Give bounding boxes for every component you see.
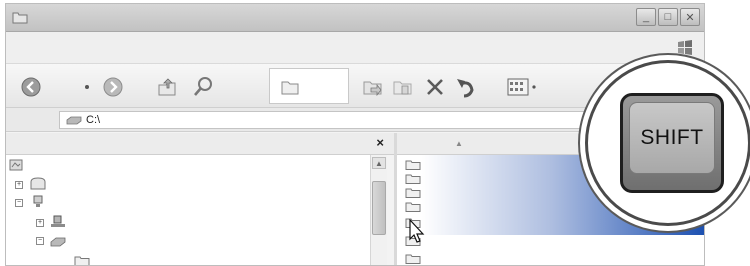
back-icon[interactable]	[20, 76, 42, 98]
shift-key: SHIFT	[620, 93, 724, 193]
folder-icon[interactable]	[405, 173, 421, 184]
address-value: C:\	[86, 114, 101, 126]
up-folder-icon[interactable]	[156, 76, 178, 98]
undo-icon[interactable]	[454, 76, 476, 98]
copy-to-icon[interactable]	[392, 76, 414, 98]
drive-icon	[66, 116, 82, 125]
drive-icon	[50, 237, 66, 247]
forward-icon[interactable]	[102, 76, 124, 98]
close-pane-button[interactable]: ×	[376, 135, 384, 150]
folder-tree[interactable]: + − + −	[6, 155, 378, 265]
network-drive-icon	[51, 215, 65, 227]
collapse-toggle[interactable]: −	[15, 199, 23, 207]
sort-indicator: ▲	[455, 139, 463, 148]
windows-logo-icon	[678, 40, 692, 55]
expand-toggle[interactable]: +	[15, 181, 23, 189]
title-bar[interactable]: _ □ ✕	[6, 4, 704, 32]
magnifier-callout: SHIFT	[585, 60, 750, 226]
maximize-button[interactable]: □	[658, 8, 678, 26]
scroll-thumb[interactable]	[372, 181, 386, 235]
computer-icon	[33, 195, 43, 207]
expand-toggle[interactable]: +	[36, 219, 44, 227]
menu-bar	[6, 32, 704, 64]
folders-button[interactable]	[269, 68, 349, 104]
desktop-icon	[9, 159, 23, 171]
folders-pane-header: ×	[6, 133, 394, 155]
folder-icon[interactable]	[405, 201, 421, 212]
folder-icon	[12, 12, 28, 24]
mouse-cursor-icon	[409, 219, 425, 243]
tree-scrollbar[interactable]: ▲	[370, 155, 387, 265]
folder-icon	[74, 256, 90, 265]
minimize-button[interactable]: _	[636, 8, 656, 26]
shift-key-label: SHIFT	[629, 102, 715, 174]
search-icon[interactable]	[192, 76, 214, 98]
delete-icon[interactable]	[424, 76, 446, 98]
dropdown-icon[interactable]	[82, 76, 92, 98]
move-to-icon[interactable]	[362, 76, 384, 98]
close-button[interactable]: ✕	[680, 8, 700, 26]
views-icon[interactable]	[506, 76, 538, 98]
user-folder-icon	[30, 177, 46, 190]
collapse-toggle[interactable]: −	[36, 237, 44, 245]
folders-icon	[281, 81, 299, 95]
scroll-up-button[interactable]: ▲	[372, 157, 386, 169]
folder-icon[interactable]	[405, 187, 421, 198]
folder-icon[interactable]	[405, 253, 421, 264]
folder-icon[interactable]	[405, 159, 421, 170]
